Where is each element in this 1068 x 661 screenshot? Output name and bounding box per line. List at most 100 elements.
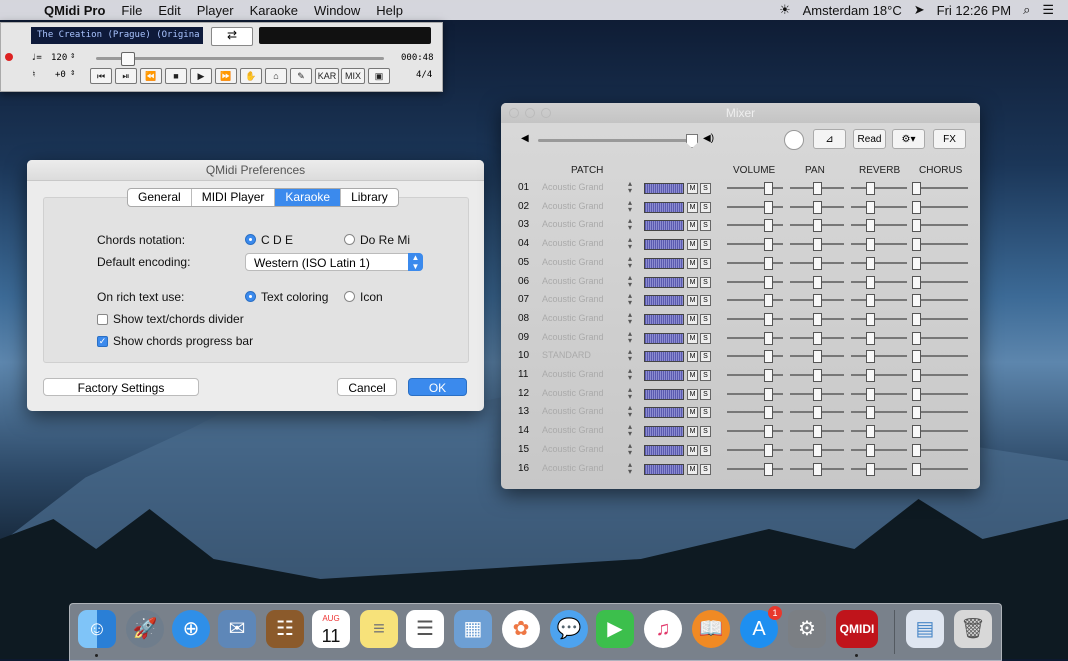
chorus-knob[interactable] [912, 275, 921, 289]
pan-knob[interactable] [813, 219, 822, 233]
patch-name[interactable]: Acoustic Grand [542, 257, 604, 267]
patch-stepper[interactable]: ▴ ▾ [628, 217, 632, 232]
divider-label[interactable]: Show text/chords divider [113, 312, 244, 326]
reverb-slider[interactable] [851, 448, 907, 451]
patch-name[interactable]: Acoustic Grand [542, 369, 604, 379]
solo-button[interactable]: S [700, 351, 711, 363]
chorus-knob[interactable] [912, 406, 921, 420]
reverb-slider[interactable] [851, 205, 907, 208]
patch-stepper[interactable]: ▴ ▾ [628, 441, 632, 456]
solo-button[interactable]: S [700, 201, 711, 213]
menu-list-icon[interactable]: ☰ [1042, 2, 1054, 18]
search-icon[interactable]: ⌕ [1023, 2, 1030, 18]
location-icon[interactable]: ➤ [914, 2, 925, 18]
pan-knob[interactable] [813, 443, 822, 457]
reverb-knob[interactable] [866, 256, 875, 270]
volume-slider[interactable] [727, 243, 783, 246]
chorus-knob[interactable] [912, 369, 921, 382]
reverb-knob[interactable] [866, 182, 875, 195]
chords-cde-label[interactable]: C D E [261, 233, 293, 247]
volume-slider[interactable] [727, 187, 783, 189]
patch-stepper[interactable]: ▴ ▾ [628, 329, 632, 344]
pan-knob[interactable] [813, 369, 822, 382]
calendar-icon[interactable]: AUG 11 [312, 610, 350, 648]
volume-slider[interactable] [727, 374, 783, 376]
reverb-knob[interactable] [866, 406, 875, 420]
menu-karaoke[interactable]: Karaoke [250, 3, 298, 18]
pan-knob[interactable] [813, 312, 822, 326]
itunes-icon[interactable]: ♫ [644, 610, 682, 648]
chorus-knob[interactable] [912, 387, 921, 401]
previous-icon[interactable]: ⏪ [140, 68, 162, 84]
reverb-slider[interactable] [851, 355, 907, 358]
mute-button[interactable]: M [687, 257, 698, 269]
encoding-select[interactable]: Western (ISO Latin 1) ▲ ▼ [245, 253, 423, 271]
divider-checkbox[interactable] [97, 314, 108, 325]
reverb-slider[interactable] [851, 411, 907, 414]
solo-button[interactable]: S [700, 257, 711, 269]
play-icon[interactable]: ▶ [190, 68, 212, 84]
chords-doremi-label[interactable]: Do Re Mi [360, 233, 410, 247]
balance-knob[interactable] [784, 130, 804, 150]
mute-button[interactable]: M [687, 444, 698, 456]
pan-knob[interactable] [813, 462, 822, 476]
patch-name[interactable]: Acoustic Grand [542, 313, 604, 323]
mute-button[interactable]: M [687, 426, 698, 438]
pan-knob[interactable] [813, 387, 822, 401]
reverb-knob[interactable] [866, 312, 875, 326]
mute-button[interactable]: M [687, 370, 698, 381]
patch-name[interactable]: STANDARD [542, 350, 591, 360]
patch-stepper[interactable]: ▴ ▾ [628, 404, 632, 419]
volume-knob[interactable] [764, 331, 773, 345]
patch-name[interactable]: Acoustic Grand [542, 219, 604, 229]
icon-radio[interactable] [344, 291, 355, 302]
patch-stepper[interactable]: ▴ ▾ [628, 273, 632, 288]
reverb-slider[interactable] [851, 317, 907, 320]
volume-slider[interactable] [727, 261, 783, 264]
solo-button[interactable]: S [700, 463, 711, 475]
chorus-knob[interactable] [912, 350, 921, 364]
patch-stepper[interactable]: ▴ ▾ [628, 423, 632, 438]
ibooks-icon[interactable]: 📖 [692, 610, 730, 648]
menu-window[interactable]: Window [314, 3, 360, 18]
mute-button[interactable]: M [687, 388, 698, 400]
mute-button[interactable]: M [687, 220, 698, 232]
text-coloring-radio[interactable] [245, 291, 256, 302]
reverb-slider[interactable] [851, 430, 907, 433]
system-preferences-icon[interactable]: ⚙ [788, 610, 826, 648]
patch-name[interactable]: Acoustic Grand [542, 294, 604, 304]
patch-name[interactable]: Acoustic Grand [542, 332, 604, 342]
mute-button[interactable]: M [687, 239, 698, 251]
mute-button[interactable]: M [687, 407, 698, 419]
mix-button[interactable]: MIX [341, 68, 365, 84]
notes-icon[interactable]: ≡ [360, 610, 398, 648]
patch-stepper[interactable]: ▴ ▾ [628, 236, 632, 251]
swap-button[interactable]: ⇄ [211, 27, 253, 46]
factory-settings-button[interactable]: Factory Settings [43, 378, 199, 396]
chorus-knob[interactable] [912, 462, 921, 476]
solo-button[interactable]: S [700, 388, 711, 400]
reverb-slider[interactable] [851, 392, 907, 395]
volume-knob[interactable] [764, 406, 773, 420]
menu-edit[interactable]: Edit [158, 3, 180, 18]
reverb-slider[interactable] [851, 187, 907, 189]
documents-folder-icon[interactable]: ▤ [906, 610, 944, 648]
forward-icon[interactable]: ⏩ [215, 68, 237, 84]
reminders-icon[interactable]: ☰ [406, 610, 444, 648]
minimize-button[interactable] [525, 108, 535, 118]
tab-midi-player[interactable]: MIDI Player [192, 189, 276, 206]
patch-name[interactable]: Acoustic Grand [542, 463, 604, 473]
mute-button[interactable]: M [687, 183, 698, 194]
reverb-knob[interactable] [866, 219, 875, 233]
menu-player[interactable]: Player [197, 3, 234, 18]
master-volume-knob[interactable] [686, 134, 698, 148]
hand-icon[interactable]: ✋ [240, 68, 262, 84]
volume-knob[interactable] [764, 350, 773, 364]
app-store-icon[interactable]: A 1 [740, 606, 782, 648]
launchpad-icon[interactable]: 🚀 [126, 610, 164, 648]
preview-icon[interactable]: ▦ [454, 610, 492, 648]
window-icon[interactable]: ▣ [368, 68, 390, 84]
volume-slider[interactable] [727, 430, 783, 433]
reverb-knob[interactable] [866, 425, 875, 439]
patch-name[interactable]: Acoustic Grand [542, 406, 604, 416]
